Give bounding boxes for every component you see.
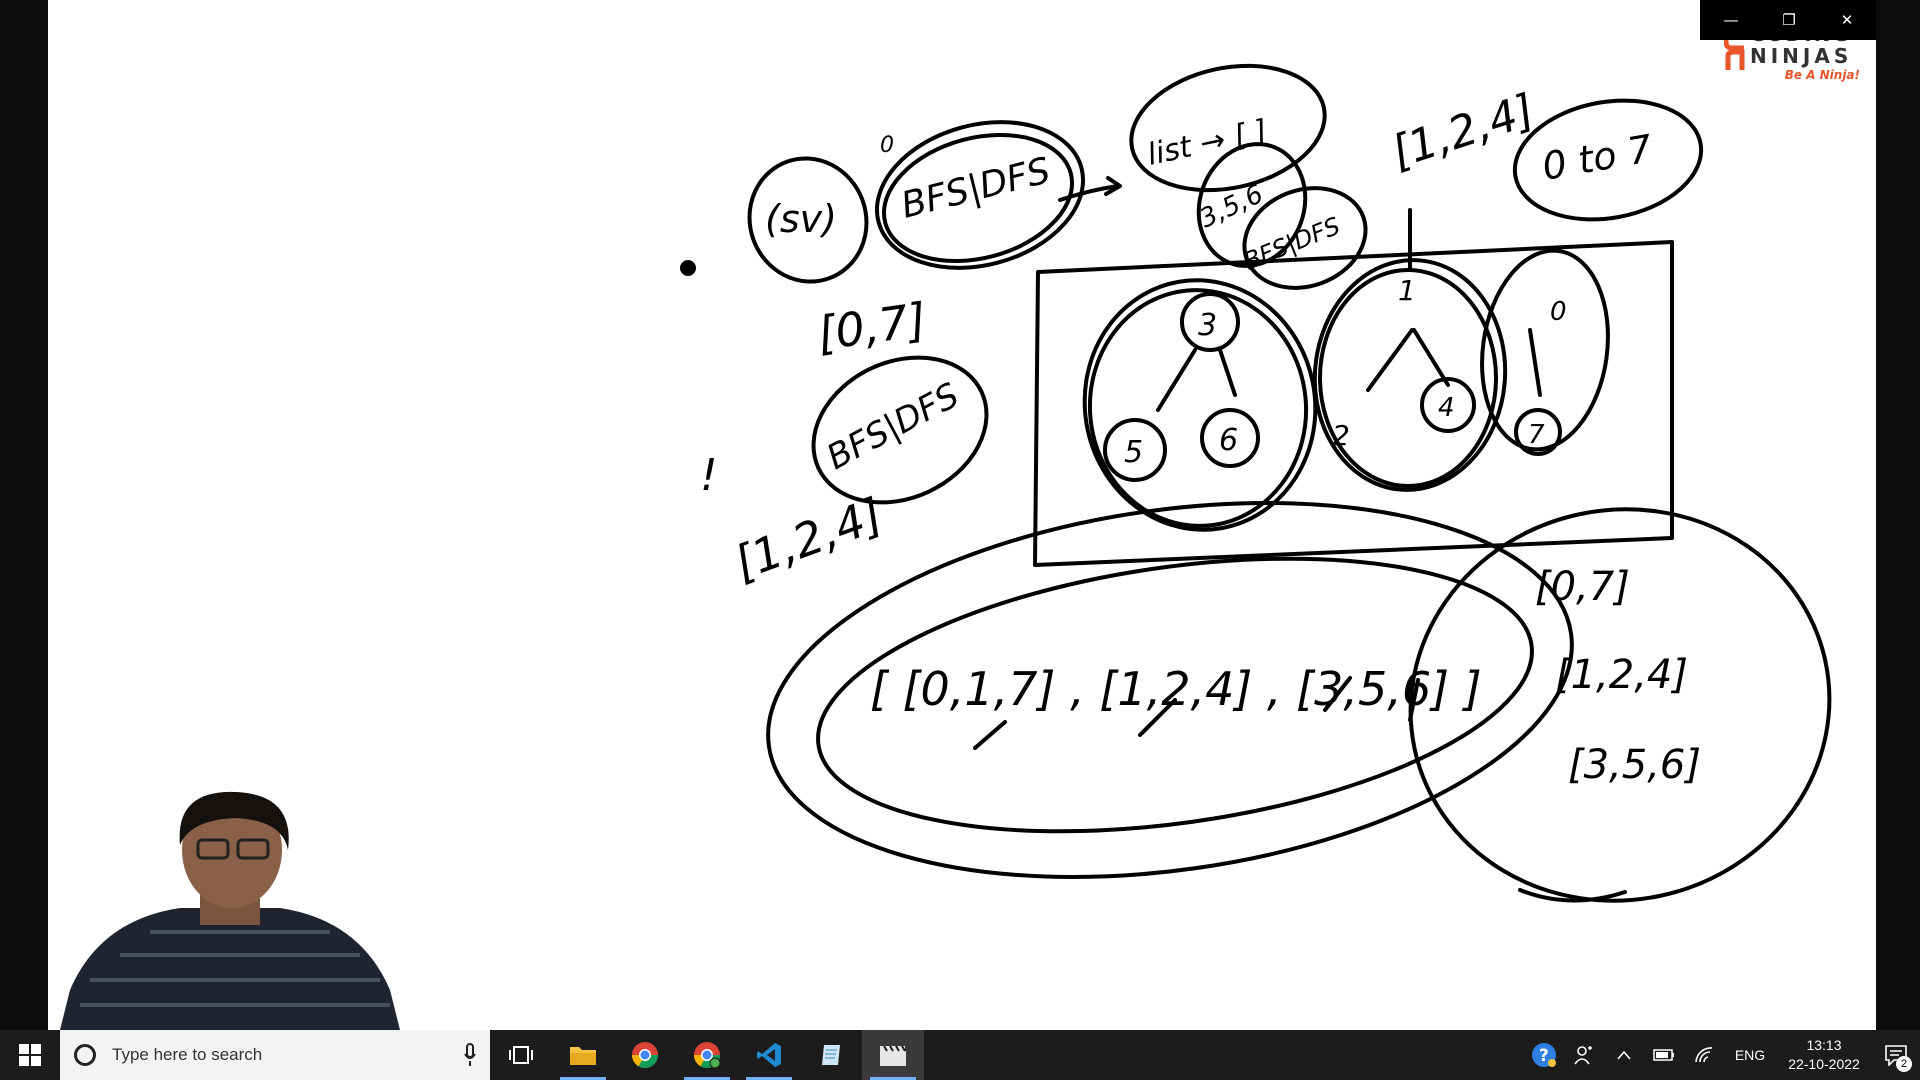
note-range-left2: [1,2,4] [727, 487, 889, 590]
cortana-icon [74, 1044, 96, 1066]
note-exclaim: ! [700, 450, 718, 501]
side-list-3: [3,5,6] [1568, 742, 1701, 788]
note-zero-top: 0 [880, 133, 894, 158]
node-2: 2 [1332, 419, 1350, 452]
minimize-button[interactable]: — [1702, 0, 1760, 40]
node-6: 6 [1219, 423, 1238, 458]
note-bfs-dfs-2: BFS|DFS [1240, 212, 1344, 276]
task-view-icon [509, 1046, 533, 1064]
taskbar-search-box[interactable]: Type here to search [60, 1030, 490, 1080]
node-0: 0 [1550, 297, 1567, 327]
notepad-icon [822, 1045, 840, 1065]
note-range-left: [0,7] [814, 292, 930, 361]
chevron-up-icon [1617, 1050, 1631, 1060]
clock-time: 13:13 [1806, 1037, 1842, 1053]
chrome-icon [631, 1042, 659, 1069]
node-3: 3 [1198, 308, 1217, 343]
microphone-icon[interactable] [464, 1043, 476, 1067]
note-sv: (sv) [765, 197, 837, 241]
start-button[interactable] [0, 1030, 60, 1080]
taskbar-app-notepad[interactable] [800, 1030, 862, 1080]
battery-button[interactable] [1644, 1030, 1684, 1080]
search-placeholder: Type here to search [112, 1045, 263, 1064]
restore-button[interactable]: ❐ [1760, 0, 1818, 40]
video-frame: (sv) 0 BFS|DFS list → [ ] 3,5,6 BFS|DFS … [0, 0, 1920, 1030]
presenter-webcam [60, 791, 400, 1030]
note-bfs-dfs-3: BFS|DFS [820, 375, 965, 478]
wifi-icon [1695, 1047, 1713, 1063]
node-7: 7 [1528, 420, 1545, 450]
language-indicator[interactable]: ENG [1724, 1047, 1776, 1063]
people-icon [1574, 1046, 1592, 1065]
note-zero-to-seven: 0 to 7 [1539, 126, 1656, 189]
taskbar-app-file-explorer[interactable] [552, 1030, 614, 1080]
chrome-profile-icon [693, 1042, 721, 1069]
vscode-icon [757, 1043, 781, 1067]
taskbar: Type here to search ? ENG 13:13 22-10-20… [0, 1030, 1920, 1080]
battery-icon [1653, 1049, 1674, 1061]
svg-text:?: ? [1539, 1046, 1549, 1066]
system-tray: ? ENG 13:13 22-10-2022 2 [1524, 1030, 1920, 1080]
side-list-2: [1,2,4] [1555, 652, 1688, 698]
node-1: 1 [1398, 274, 1416, 307]
node-5: 5 [1124, 435, 1143, 470]
action-center-button[interactable]: 2 [1872, 1030, 1920, 1080]
network-button[interactable] [1684, 1030, 1724, 1080]
close-button[interactable]: ✕ [1818, 0, 1876, 40]
note-bfs-dfs-1: BFS|DFS [897, 150, 1054, 226]
taskbar-app-chrome[interactable] [614, 1030, 676, 1080]
window-controls: — ❐ ✕ [1700, 0, 1876, 40]
folder-icon [570, 1047, 596, 1065]
people-button[interactable] [1564, 1030, 1604, 1080]
notification-count-badge: 2 [1896, 1056, 1912, 1072]
show-hidden-icons-button[interactable] [1604, 1030, 1644, 1080]
task-view-button[interactable] [490, 1030, 552, 1080]
clock[interactable]: 13:13 22-10-2022 [1776, 1036, 1872, 1074]
logo-tagline: Be A Ninja! [1784, 68, 1860, 82]
clapperboard-icon [880, 1045, 906, 1066]
node-4: 4 [1438, 393, 1455, 423]
help-button[interactable]: ? [1524, 1030, 1564, 1080]
note-nested-list: [ [0,1,7] , [1,2,4] , [3,5,6] ] [870, 662, 1482, 716]
windows-logo-icon [19, 1044, 41, 1066]
logo-brand: NINJAS [1750, 44, 1853, 68]
taskbar-app-vscode[interactable] [738, 1030, 800, 1080]
side-list-1: [0,7] [1535, 564, 1630, 610]
help-icon: ? [1532, 1043, 1556, 1067]
taskbar-app-chrome-profile[interactable] [676, 1030, 738, 1080]
clock-date: 22-10-2022 [1788, 1056, 1860, 1072]
taskbar-app-video-editor[interactable] [862, 1030, 924, 1080]
